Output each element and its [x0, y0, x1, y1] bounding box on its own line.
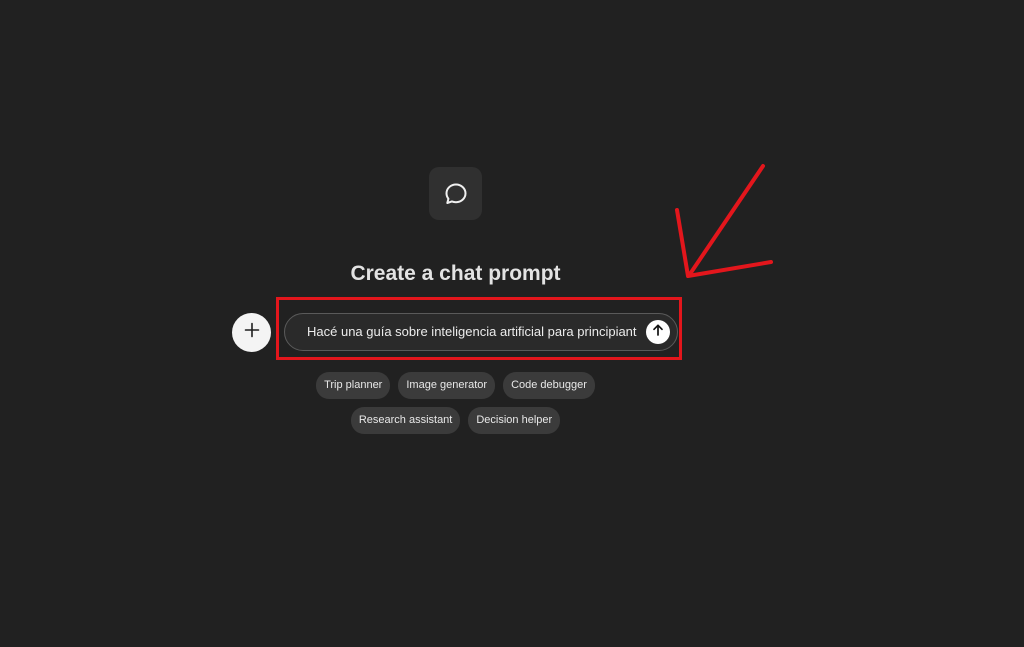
suggestion-chip-trip-planner[interactable]: Trip planner	[316, 372, 391, 399]
suggestion-row-2: Research assistant Decision helper	[0, 407, 911, 434]
suggestion-chip-research-assistant[interactable]: Research assistant	[350, 407, 461, 434]
app-icon-tile	[429, 167, 482, 220]
suggestion-chip-code-debugger[interactable]: Code debugger	[503, 372, 595, 399]
chat-bubble-icon	[443, 181, 469, 207]
plus-icon	[244, 322, 260, 343]
suggestion-row-1: Trip planner Image generator Code debugg…	[0, 372, 911, 399]
annotation-highlight-box	[276, 297, 682, 360]
suggestion-chip-image-generator[interactable]: Image generator	[398, 372, 496, 399]
attach-button[interactable]	[232, 313, 271, 352]
suggestion-chip-decision-helper[interactable]: Decision helper	[468, 407, 561, 434]
page: Create a chat prompt Trip planner Image …	[0, 0, 1024, 647]
page-title: Create a chat prompt	[350, 262, 561, 285]
